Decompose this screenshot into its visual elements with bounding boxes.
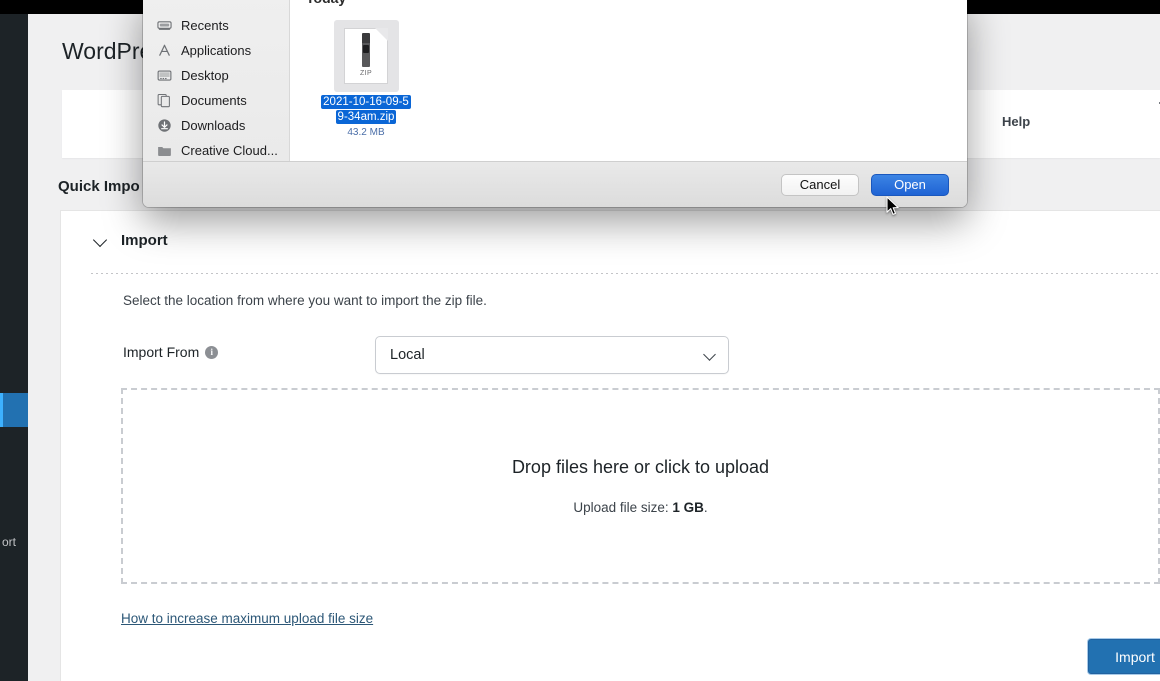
file-dropzone[interactable]: Drop files here or click to upload Uploa… (121, 388, 1160, 584)
chevron-down-icon (703, 348, 716, 361)
file-chooser-footer: Cancel Open (143, 161, 967, 207)
fd-sidebar-item-label: Applications (181, 42, 252, 58)
file-chooser-dialog: Recents Applications Desktop Documents D… (143, 0, 967, 207)
import-panel-header: Import (61, 211, 1160, 269)
applications-icon (157, 43, 172, 58)
import-panel: Import Select the location from where yo… (60, 210, 1160, 681)
active-indicator (0, 393, 3, 427)
file-chooser-file-list: Today ZIP 2021-10-16-09-5 9-34am.zip 43.… (290, 0, 967, 161)
file-chooser-body: Recents Applications Desktop Documents D… (143, 0, 967, 161)
file-name-line-1: 2021-10-16-09-5 (321, 95, 411, 109)
dropzone-title: Drop files here or click to upload (511, 457, 770, 477)
sidebar-item-menu-2[interactable] (0, 393, 28, 427)
wp-admin-sidebar: ort (0, 14, 28, 681)
screen-root: ort WordPre Help Quick Impo Import Selec… (0, 0, 1160, 681)
fd-sidebar-item-documents[interactable]: Documents (143, 91, 289, 109)
file-name-line-2: 9-34am.zip (335, 110, 397, 124)
fd-sidebar-item-label: Downloads (181, 117, 246, 133)
zipper-glyph (362, 33, 370, 67)
zip-type-label: ZIP (359, 70, 373, 77)
fd-sidebar-item-recents[interactable]: Recents (143, 16, 289, 34)
import-help-text: Select the location from where you want … (123, 293, 487, 308)
help-tab[interactable]: Help (1002, 114, 1030, 129)
folder-icon (157, 143, 172, 158)
sidebar-item-menu-3[interactable] (0, 452, 28, 486)
import-from-label-text: Import From (123, 344, 200, 360)
dropzone-size-suffix: . (703, 500, 708, 515)
file-name: 2021-10-16-09-5 9-34am.zip (318, 95, 414, 125)
import-from-row: Import From i Local (123, 336, 1120, 376)
dropzone-subtitle: Upload file size: 1 GB. (573, 500, 707, 515)
desktop-icon (157, 68, 172, 83)
fd-sidebar-item-label: Desktop (181, 67, 229, 83)
documents-icon (157, 93, 172, 108)
import-from-select[interactable]: Local (375, 336, 729, 374)
recents-icon (157, 18, 172, 33)
import-button[interactable]: Import (1088, 639, 1160, 674)
file-thumbnail: ZIP (333, 20, 399, 92)
import-from-select-value: Local (390, 347, 425, 363)
dropzone-size-value: 1 GB (672, 500, 704, 515)
fd-sidebar-item-applications[interactable]: Applications (143, 41, 289, 59)
info-icon[interactable]: i (205, 345, 219, 359)
breadcrumb: Today (306, 0, 346, 6)
section-title: Quick Impo (58, 178, 140, 195)
panel-divider (91, 273, 1160, 274)
fd-sidebar-item-label: Creative Cloud... (181, 142, 278, 158)
dropzone-size-prefix: Upload file size: (573, 500, 673, 515)
fd-sidebar-item-label: Documents (181, 92, 247, 108)
downloads-icon (157, 118, 172, 133)
open-button[interactable]: Open (871, 173, 949, 196)
file-size: 43.2 MB (347, 127, 385, 138)
fd-sidebar-item-creative-cloud[interactable]: Creative Cloud... (143, 141, 289, 159)
sidebar-item-menu-1[interactable] (0, 266, 28, 300)
sidebar-item-export[interactable]: ort (0, 525, 28, 559)
fd-sidebar-item-label: Recents (181, 17, 229, 33)
file-item-zip[interactable]: ZIP 2021-10-16-09-5 9-34am.zip 43.2 MB (316, 20, 416, 138)
file-chooser-sidebar: Recents Applications Desktop Documents D… (143, 0, 290, 161)
import-panel-title: Import (121, 231, 168, 249)
chevron-down-icon[interactable] (93, 232, 109, 248)
fd-sidebar-item-desktop[interactable]: Desktop (143, 66, 289, 84)
cancel-button[interactable]: Cancel (781, 173, 859, 196)
zip-file-icon: ZIP (344, 28, 388, 84)
import-from-label: Import From i (123, 344, 219, 360)
fd-sidebar-item-downloads[interactable]: Downloads (143, 116, 289, 134)
increase-upload-size-link[interactable]: How to increase maximum upload file size (121, 611, 373, 626)
page-title: WordPre (62, 38, 153, 64)
